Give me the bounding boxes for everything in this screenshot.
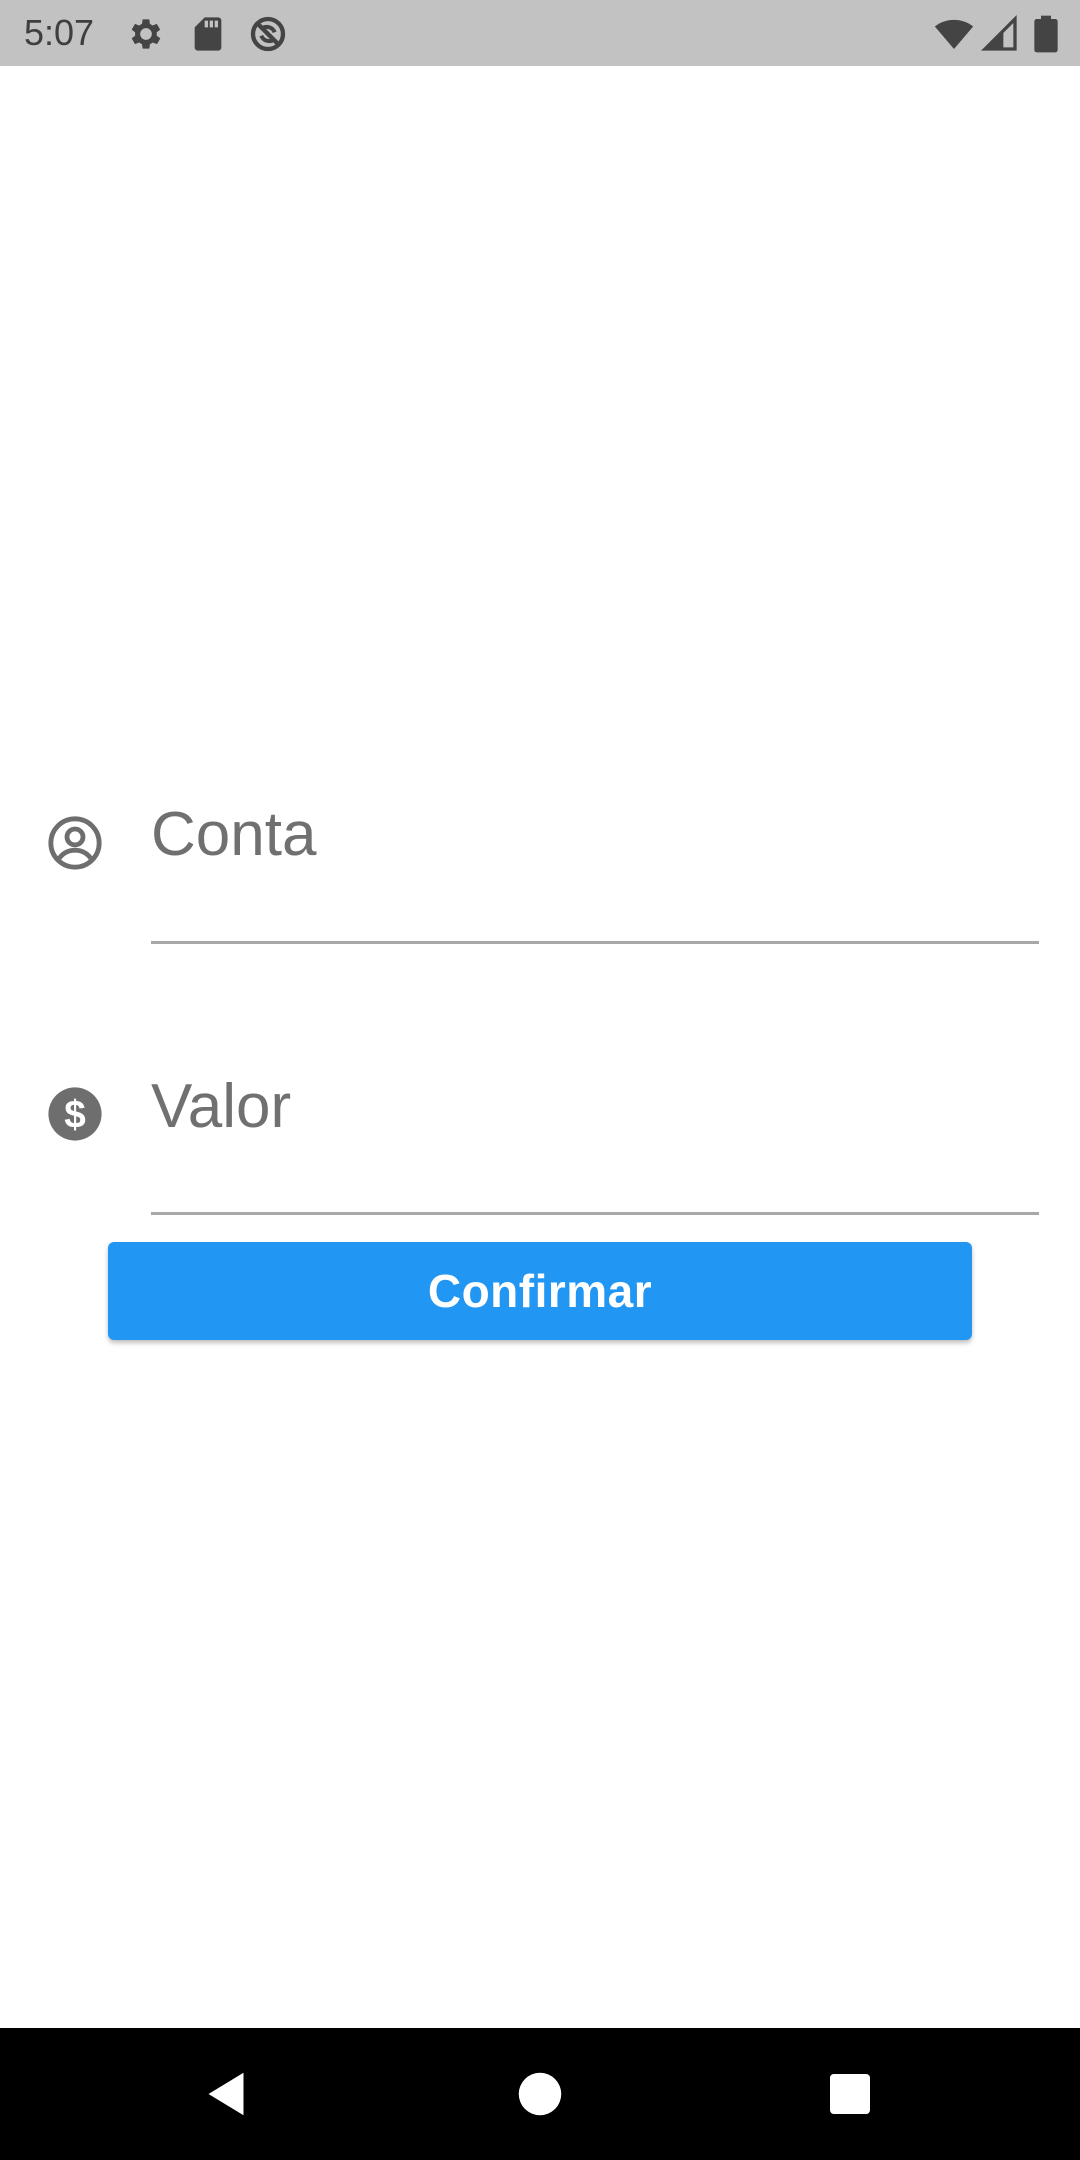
- home-icon[interactable]: [510, 2064, 570, 2124]
- cell-signal-icon: [980, 14, 1020, 54]
- amount-underline: [151, 1212, 1039, 1215]
- amount-input[interactable]: [151, 1066, 1039, 1146]
- recents-icon[interactable]: [820, 2064, 880, 2124]
- status-bar: 5:07: [0, 0, 1080, 66]
- battery-icon: [1030, 14, 1062, 54]
- app-screen: 5:07 Conta $ Valor Confirmar: [0, 0, 1080, 2160]
- back-icon[interactable]: [196, 2064, 256, 2124]
- gear-icon: [126, 14, 166, 54]
- account-circle-icon: [46, 814, 104, 872]
- wifi-icon: [934, 14, 974, 54]
- navigation-bar: [0, 2028, 1080, 2160]
- sd-card-icon: [188, 14, 228, 54]
- account-underline: [151, 941, 1039, 944]
- account-input[interactable]: [151, 794, 1039, 874]
- account-field-row: [0, 780, 1080, 944]
- amount-field-row: $: [0, 1052, 1080, 1215]
- svg-text:$: $: [64, 1094, 86, 1137]
- no-sync-icon: [248, 14, 288, 54]
- confirm-button[interactable]: Confirmar: [108, 1242, 972, 1340]
- status-time: 5:07: [24, 12, 95, 53]
- dollar-circle-icon: $: [46, 1085, 104, 1143]
